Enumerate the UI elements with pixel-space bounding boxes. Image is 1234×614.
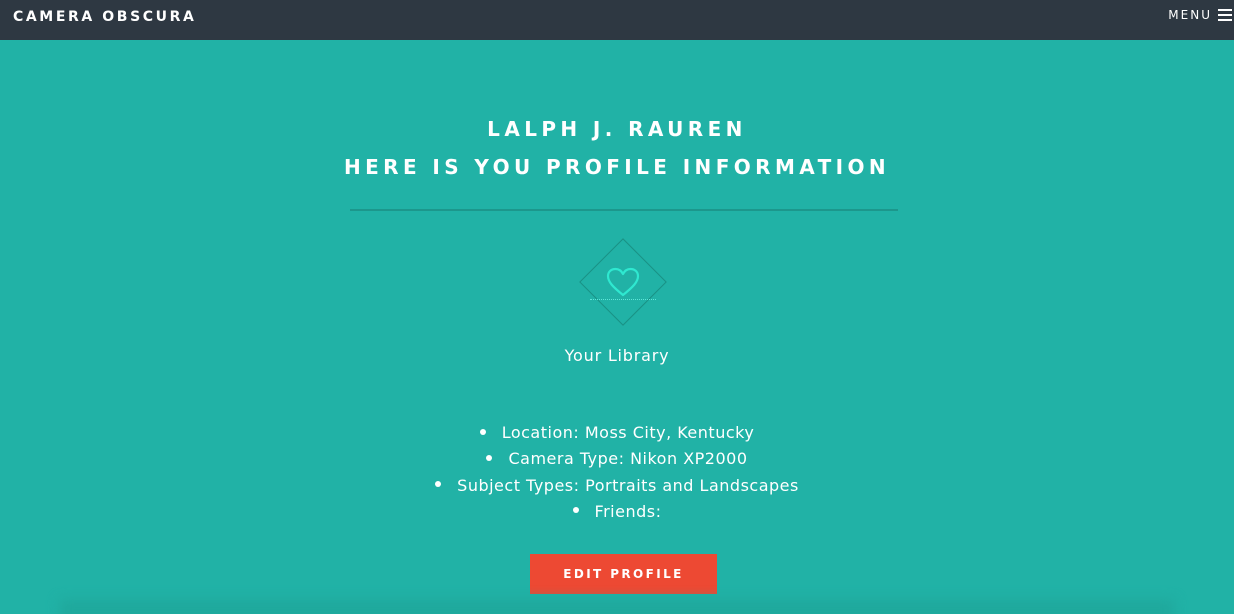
profile-name-heading: LALPH J. RAUREN	[487, 117, 747, 141]
profile-info-list: Location: Moss City, Kentucky Camera Typ…	[0, 420, 1234, 525]
bullet-icon	[479, 428, 486, 435]
menu-label[interactable]: MENU	[1168, 8, 1212, 22]
profile-location: Location: Moss City, Kentucky	[501, 423, 755, 442]
bottom-shadow	[60, 600, 1174, 614]
section-divider	[350, 209, 898, 211]
icon-underline	[590, 299, 656, 300]
bullet-icon	[486, 454, 493, 461]
list-item: Location: Moss City, Kentucky	[0, 420, 1234, 446]
profile-camera-type: Camera Type: Nikon XP2000	[508, 449, 748, 469]
list-item: Subject Types: Portraits and Landscapes	[0, 473, 1234, 499]
profile-subject-types: Subject Types: Portraits and Landscapes	[457, 475, 799, 495]
hamburger-icon[interactable]	[1218, 9, 1232, 21]
profile-friends: Friends:	[594, 501, 662, 521]
bullet-icon	[435, 481, 442, 488]
your-library-link[interactable]: Your Library	[0, 346, 1234, 365]
profile-subtitle-heading: HERE IS YOU PROFILE INFORMATION	[343, 155, 891, 179]
list-item: Friends:	[0, 499, 1234, 525]
edit-profile-button[interactable]: EDIT PROFILE	[530, 554, 717, 594]
list-item: Camera Type: Nikon XP2000	[0, 446, 1234, 472]
site-brand[interactable]: CAMERA OBSCURA	[13, 9, 196, 25]
menu-button[interactable]: MENU	[1168, 8, 1232, 22]
heart-icon[interactable]	[605, 266, 641, 298]
top-navbar: CAMERA OBSCURA MENU	[0, 0, 1234, 40]
bullet-icon	[572, 507, 579, 514]
